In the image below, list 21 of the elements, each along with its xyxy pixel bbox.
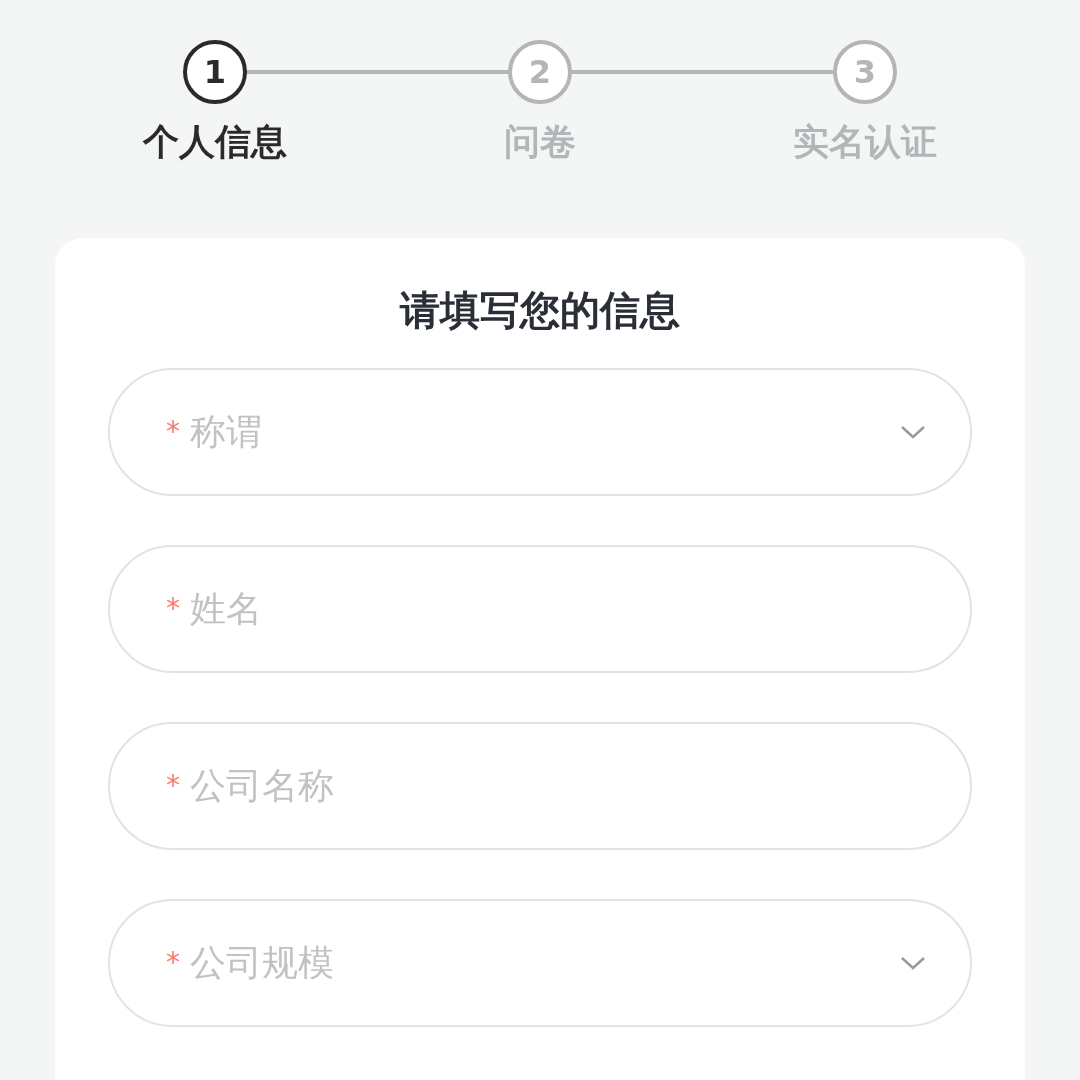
dropdown-field[interactable]: * 公司规模 [108, 899, 972, 1027]
form-title: 请填写您的信息 [398, 290, 681, 330]
dropdown-field[interactable]: * 称谓 [108, 368, 972, 496]
chevron-down-icon [900, 424, 926, 440]
dropdown-placeholder: 称谓 [190, 414, 263, 450]
dropdown-placeholder: 公司规模 [190, 945, 335, 981]
required-mark: * [166, 772, 180, 800]
required-mark: * [166, 418, 180, 446]
step-number: 3 [833, 40, 897, 104]
step-label: 问卷 [504, 124, 576, 160]
text-input[interactable]: 姓名 [190, 582, 926, 636]
text-input[interactable]: 公司名称 [190, 759, 926, 813]
chevron-down-icon [900, 955, 926, 971]
step-number: 1 [183, 40, 247, 104]
input-field[interactable]: * 公司名称 [108, 722, 972, 850]
input-field[interactable]: * 姓名 [108, 545, 972, 673]
step-label: 实名认证 [793, 124, 937, 160]
step-label: 个人信息 [143, 124, 287, 160]
required-mark: * [166, 595, 180, 623]
step-number: 2 [508, 40, 572, 104]
required-mark: * [166, 949, 180, 977]
